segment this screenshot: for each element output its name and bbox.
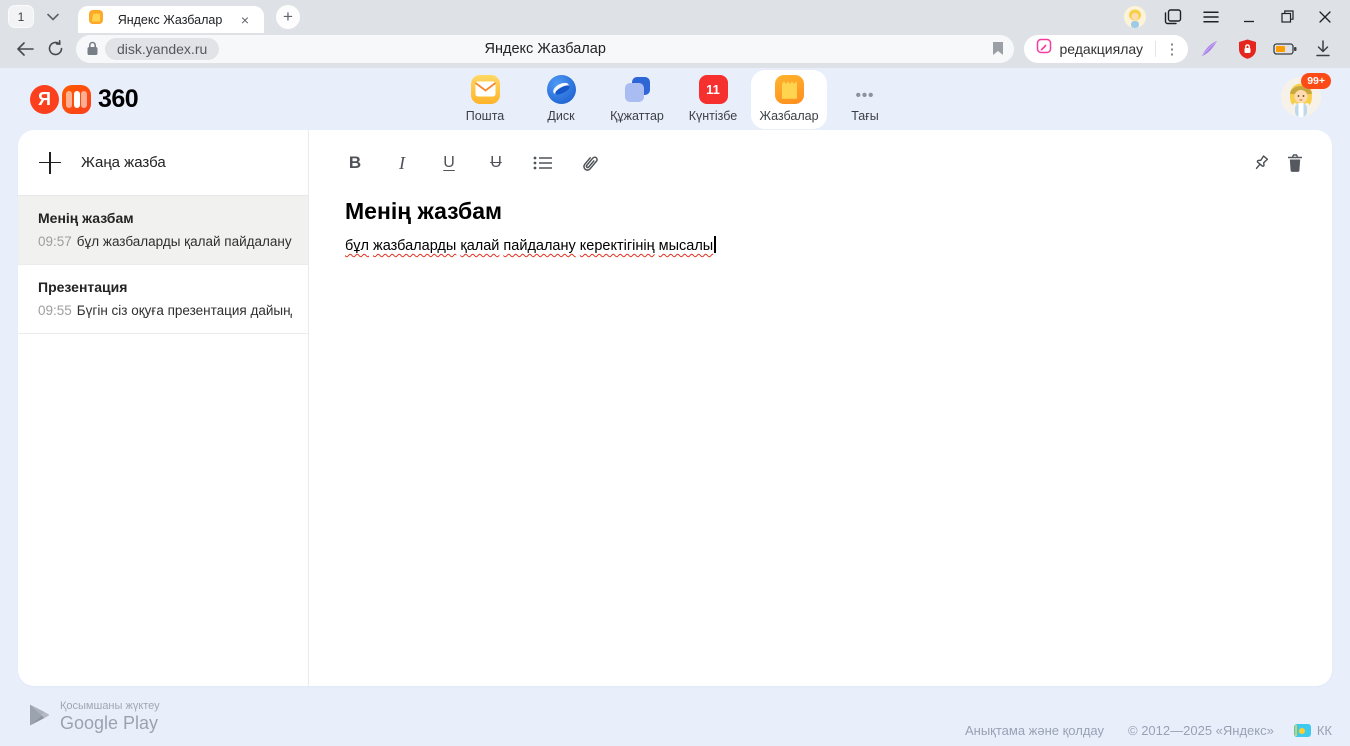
copyright-text: © 2012—2025 «Яндекс» [1128,723,1274,738]
note-item-time: 09:55 [38,303,72,318]
strikethrough-button[interactable]: U [486,154,506,172]
bullet-list-button[interactable] [533,155,553,171]
browser-toolbar: disk.yandex.ru Яндекс Жазбалар редакциял… [0,33,1350,68]
battery-icon[interactable] [1268,35,1302,63]
app-more-label: Тағы [851,109,879,123]
side-panels-icon[interactable] [1154,3,1192,31]
yandex360-header: Я 360 Пошта Диск Құжаттар 11 Күнтізбе [0,68,1350,130]
underline-button[interactable]: U [439,154,459,172]
note-body-field[interactable]: бұл жазбаларды қалай пайдалану керектігі… [345,236,1306,254]
app-calendar[interactable]: 11 Күнтізбе [675,70,751,129]
download-app-hint: Қосымшаны жүктеу [60,700,160,712]
plus-icon [38,151,62,175]
more-apps-icon: ••• [851,75,880,104]
app-mail-label: Пошта [466,109,505,123]
note-editor: B I U U Менің жазбам бұл жазбаларды қала… [309,130,1332,686]
help-support-link[interactable]: Анықтама және қолдау [965,723,1104,738]
edit-pencil-icon [1036,38,1052,59]
bold-button[interactable]: B [345,153,365,173]
note-title-field[interactable]: Менің жазбам [345,198,1306,225]
language-code: КК [1317,723,1332,738]
calendar-icon: 11 [699,75,728,104]
note-item-title: Менің жазбам [38,210,292,226]
app-notes[interactable]: Жазбалар [751,70,827,129]
note-item-title: Презентация [38,279,292,295]
pin-note-button[interactable] [1250,152,1272,174]
kazakhstan-flag-icon [1294,724,1311,737]
address-bar[interactable]: disk.yandex.ru Яндекс Жазбалар [76,35,1014,63]
new-note-button[interactable]: Жаңа жазба [18,130,308,196]
downloads-icon[interactable] [1306,35,1340,63]
profile-avatar-icon [1124,6,1146,28]
google-play-link[interactable]: Қосымшаны жүктеу Google Play [28,700,160,734]
pen-mode-icon[interactable] [1192,35,1226,63]
note-list-item-2[interactable]: Презентация 09:55 Бүгін сіз оқуға презент… [18,265,308,334]
footer-links: Анықтама және қолдау © 2012—2025 «Яндекс… [965,723,1332,738]
format-toolbar: B I U U [345,148,1306,178]
notes-icon [775,75,804,104]
app-notes-label: Жазбалар [759,109,818,123]
language-selector[interactable]: КК [1294,723,1332,738]
edit-chip-kebab-icon[interactable]: ⋮ [1160,37,1184,61]
apps-row: Пошта Диск Құжаттар 11 Күнтізбе Жазбалар… [447,70,903,129]
tab-counter-button[interactable]: 1 [8,5,34,28]
tab-favicon-notes-icon [88,9,104,30]
new-note-label: Жаңа жазба [81,154,166,171]
delete-note-button[interactable] [1284,152,1306,174]
app-more[interactable]: ••• Тағы [827,70,903,129]
user-avatar[interactable]: 99+ [1281,77,1323,119]
edit-chip-divider [1155,41,1156,57]
active-tab[interactable]: Яндекс Жазбалар × [78,6,264,33]
new-tab-button[interactable]: + [276,5,300,29]
app-calendar-label: Күнтізбе [689,109,738,123]
yandex-ya-icon: Я [30,85,59,114]
browser-tab-bar: 1 Яндекс Жазбалар × + [0,0,1350,33]
app-docs-label: Құжаттар [610,109,664,123]
yandex360-mark-icon [62,85,91,114]
yandex360-logo[interactable]: Я 360 [30,85,138,114]
mail-icon [471,75,500,104]
browser-profile-avatar[interactable] [1116,3,1154,31]
tab-list-chevron-icon[interactable] [40,5,66,28]
app-disk[interactable]: Диск [523,70,599,129]
app-docs[interactable]: Құжаттар [599,70,675,129]
note-list-item-1[interactable]: Менің жазбам 09:57 бұл жазбаларды қалай п… [18,196,308,265]
italic-button[interactable]: I [392,153,412,174]
documents-icon [623,75,652,104]
note-body-text: бұл жазбаларды қалай пайдалану керектігі… [345,238,713,254]
notes-sidebar: Жаңа жазба Менің жазбам 09:57 бұл жазбала… [18,130,309,686]
reload-icon[interactable] [40,35,70,63]
tab-title: Яндекс Жазбалар [104,13,236,27]
note-item-preview: Бүгін сіз оқуға презентация дайында... [77,303,292,318]
page-footer: Қосымшаны жүктеу Google Play Анықтама жә… [0,686,1350,746]
window-close-button[interactable] [1306,3,1344,31]
window-minimize-button[interactable] [1230,3,1268,31]
text-caret [714,236,716,253]
domain-chip[interactable]: disk.yandex.ru [105,38,219,60]
edit-chip-label: редакциялау [1059,41,1143,57]
notes-app-panel: Жаңа жазба Менің жазбам 09:57 бұл жазбала… [18,130,1332,686]
note-item-time: 09:57 [38,234,72,249]
disk-icon [547,75,576,104]
attach-file-button[interactable] [580,153,600,174]
bookmark-flag-icon[interactable] [992,41,1004,56]
notifications-badge: 99+ [1301,73,1331,89]
translate-edit-chip[interactable]: редакциялау ⋮ [1024,35,1188,63]
google-play-label: Google Play [60,713,160,734]
ssl-lock-icon[interactable] [86,41,99,56]
tab-close-icon[interactable]: × [236,11,254,29]
protect-shield-icon[interactable] [1230,35,1264,63]
back-icon[interactable] [10,35,40,63]
app-mail[interactable]: Пошта [447,70,523,129]
google-play-icon [28,703,50,732]
browser-menu-icon[interactable] [1192,3,1230,31]
app-disk-label: Диск [547,109,574,123]
window-restore-button[interactable] [1268,3,1306,31]
logo-360-text: 360 [98,85,138,114]
note-item-preview: бұл жазбаларды қалай пайдалану ке... [77,234,292,249]
